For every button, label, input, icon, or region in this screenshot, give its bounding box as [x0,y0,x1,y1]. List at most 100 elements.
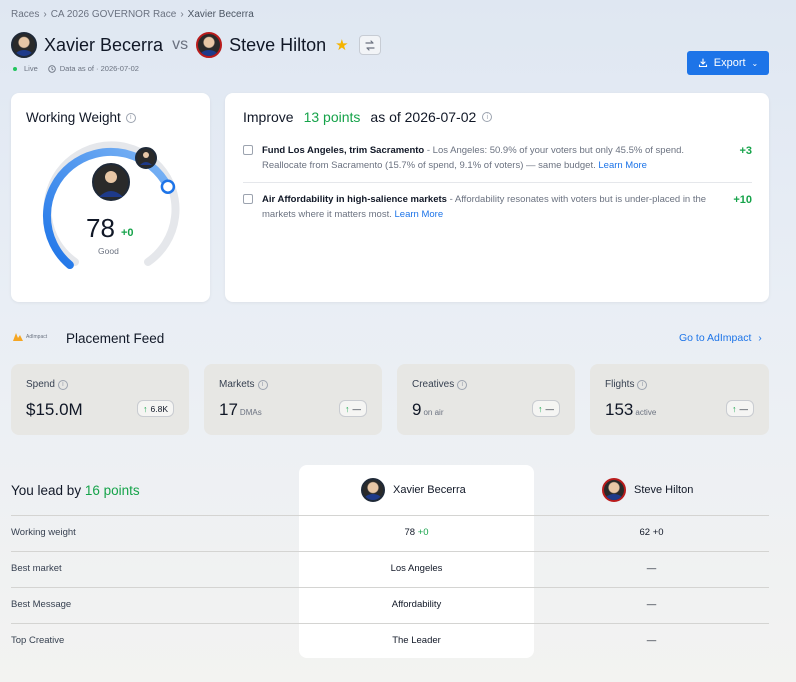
candidate-a-name: Xavier Becerra [44,34,164,55]
candidate-avatar-center [92,163,130,201]
working-weight-gauge [42,141,180,269]
trend-badge: ↑ — [339,400,367,417]
info-icon[interactable]: i [637,379,648,390]
arrow-up-icon: ↑ [538,403,543,414]
improve-item-title: Air Affordability in high-salience marke… [262,194,447,205]
arrow-up-icon: ↑ [143,403,148,414]
learn-more-link[interactable]: Learn More [598,160,647,171]
divider [243,182,752,183]
arrow-up-icon: ↑ [732,403,737,414]
stat-label-text: Flights [605,379,635,390]
download-icon [698,58,707,68]
learn-more-link[interactable]: Learn More [395,209,444,220]
working-weight-card: Working Weight i 78 +0 Good [11,93,210,302]
stat-label: Markets i [219,379,268,390]
stat-card-creatives: Creatives i 9 on air ↑ — [397,364,575,435]
lead-prefix: You lead by [11,483,82,498]
improve-checkbox[interactable] [243,145,253,155]
info-icon[interactable]: i [257,379,268,390]
row-value-b: — [646,563,657,574]
chevron-right-icon: › [758,332,762,344]
stat-value-number: 153 [605,400,634,419]
row-value-b-delta: +0 [652,527,664,538]
breadcrumb: Races › CA 2026 GOVERNOR Race › Xavier B… [11,9,254,20]
clock-icon [48,64,56,73]
avatar-candidate-b [602,478,626,502]
row-value-a: Affordability [391,599,442,610]
info-icon[interactable]: i [457,379,468,390]
breadcrumb-race[interactable]: CA 2026 GOVERNOR Race [51,9,177,20]
stat-value: 17 DMAs [219,400,262,420]
swap-icon [364,39,375,51]
row-value-b: — [646,635,657,646]
stat-label: Creatives i [412,379,468,390]
stat-card-spend: Spend i $15.0M ↑ 6.8K [11,364,189,435]
table-row: Working weight 78 +0 62 +0 [11,515,769,551]
goto-adimpact-text: Go to AdImpact [679,332,752,344]
goto-adimpact-link[interactable]: Go to AdImpact › [679,332,762,344]
lead-points: 16 points [84,483,140,498]
data-as-of: Data as of · 2026-07-02 [59,64,139,73]
improve-item-text: Air Affordability in high-salience marke… [262,192,714,222]
row-value-a-delta: +0 [417,527,429,538]
stat-label: Spend i [26,379,68,390]
column-header-candidate-b: Steve Hilton [602,478,693,502]
stat-value: 9 on air [412,400,443,420]
column-header-candidate-a: Xavier Becerra [361,478,466,502]
adimpact-logo-text: AdImpact [26,334,48,340]
adimpact-logo: AdImpact [13,333,47,341]
placement-feed-title: Placement Feed [66,331,165,346]
stat-value: 153 active [605,400,656,420]
improve-item-text: Fund Los Angeles, trim Sacramento - Los … [262,143,714,173]
improve-points: 13 points [303,109,361,125]
info-icon[interactable]: i [57,379,68,390]
avatar-candidate-a [11,32,37,58]
table-row: Top Creative The Leader — [11,623,769,659]
improve-checkbox[interactable] [243,194,253,204]
adimpact-logo-icon [13,333,23,341]
stat-value-number: $15.0M [26,400,83,419]
stat-label: Flights i [605,379,648,390]
improve-card: Improve 13 points as of 2026-07-02 i Fun… [225,93,769,302]
table-row: Best Message Affordability — [11,587,769,623]
improve-item: Air Affordability in high-salience marke… [243,192,752,222]
row-value-b: 62 +0 [534,527,769,538]
row-label: Top Creative [11,635,65,646]
gauge-track [43,141,180,266]
breadcrumb-current: Xavier Becerra [187,9,254,20]
export-button[interactable]: Export ⌄ [687,51,769,75]
vs-label: vs [172,36,189,53]
stat-value-number: 17 [219,400,238,419]
candidate-b-name: Steve Hilton [229,34,327,55]
improve-prefix: Improve [243,109,294,125]
row-label: Best Message [11,599,72,610]
improve-item-gain: +10 [733,194,752,206]
column-header-text: Steve Hilton [634,484,694,496]
table-row: Best market Los Angeles — [11,551,769,587]
row-label: Working weight [11,527,76,538]
breadcrumb-races[interactable]: Races [11,9,39,20]
improve-item: Fund Los Angeles, trim Sacramento - Los … [243,143,752,173]
stat-unit: active [635,408,657,417]
trend-value: — [545,403,555,414]
trend-badge: ↑ — [532,400,560,417]
avatar-candidate-a [361,478,385,502]
star-icon[interactable]: ★ [335,36,348,54]
chevron-right-icon: › [43,9,47,20]
row-value-a: 78 +0 [299,527,534,538]
swap-button[interactable] [358,35,381,55]
row-value-b: — [646,599,657,610]
live-label: Live [24,64,38,73]
info-icon[interactable]: i [482,112,493,122]
trend-value: — [739,403,749,414]
stat-card-markets: Markets i 17 DMAs ↑ — [204,364,382,435]
page-title: Xavier Becerra vs Steve Hilton ★ [11,31,381,59]
row-value-a-number: 78 [404,527,416,538]
stat-value-number: 9 [412,400,422,419]
row-value-b-number: 62 [639,527,651,538]
avatar-candidate-b [196,32,223,58]
status-row: Live Data as of · 2026-07-02 [13,64,139,73]
stat-value: $15.0M [26,400,85,420]
lead-summary: You lead by 16 points [11,483,140,498]
row-label: Best market [11,563,62,574]
